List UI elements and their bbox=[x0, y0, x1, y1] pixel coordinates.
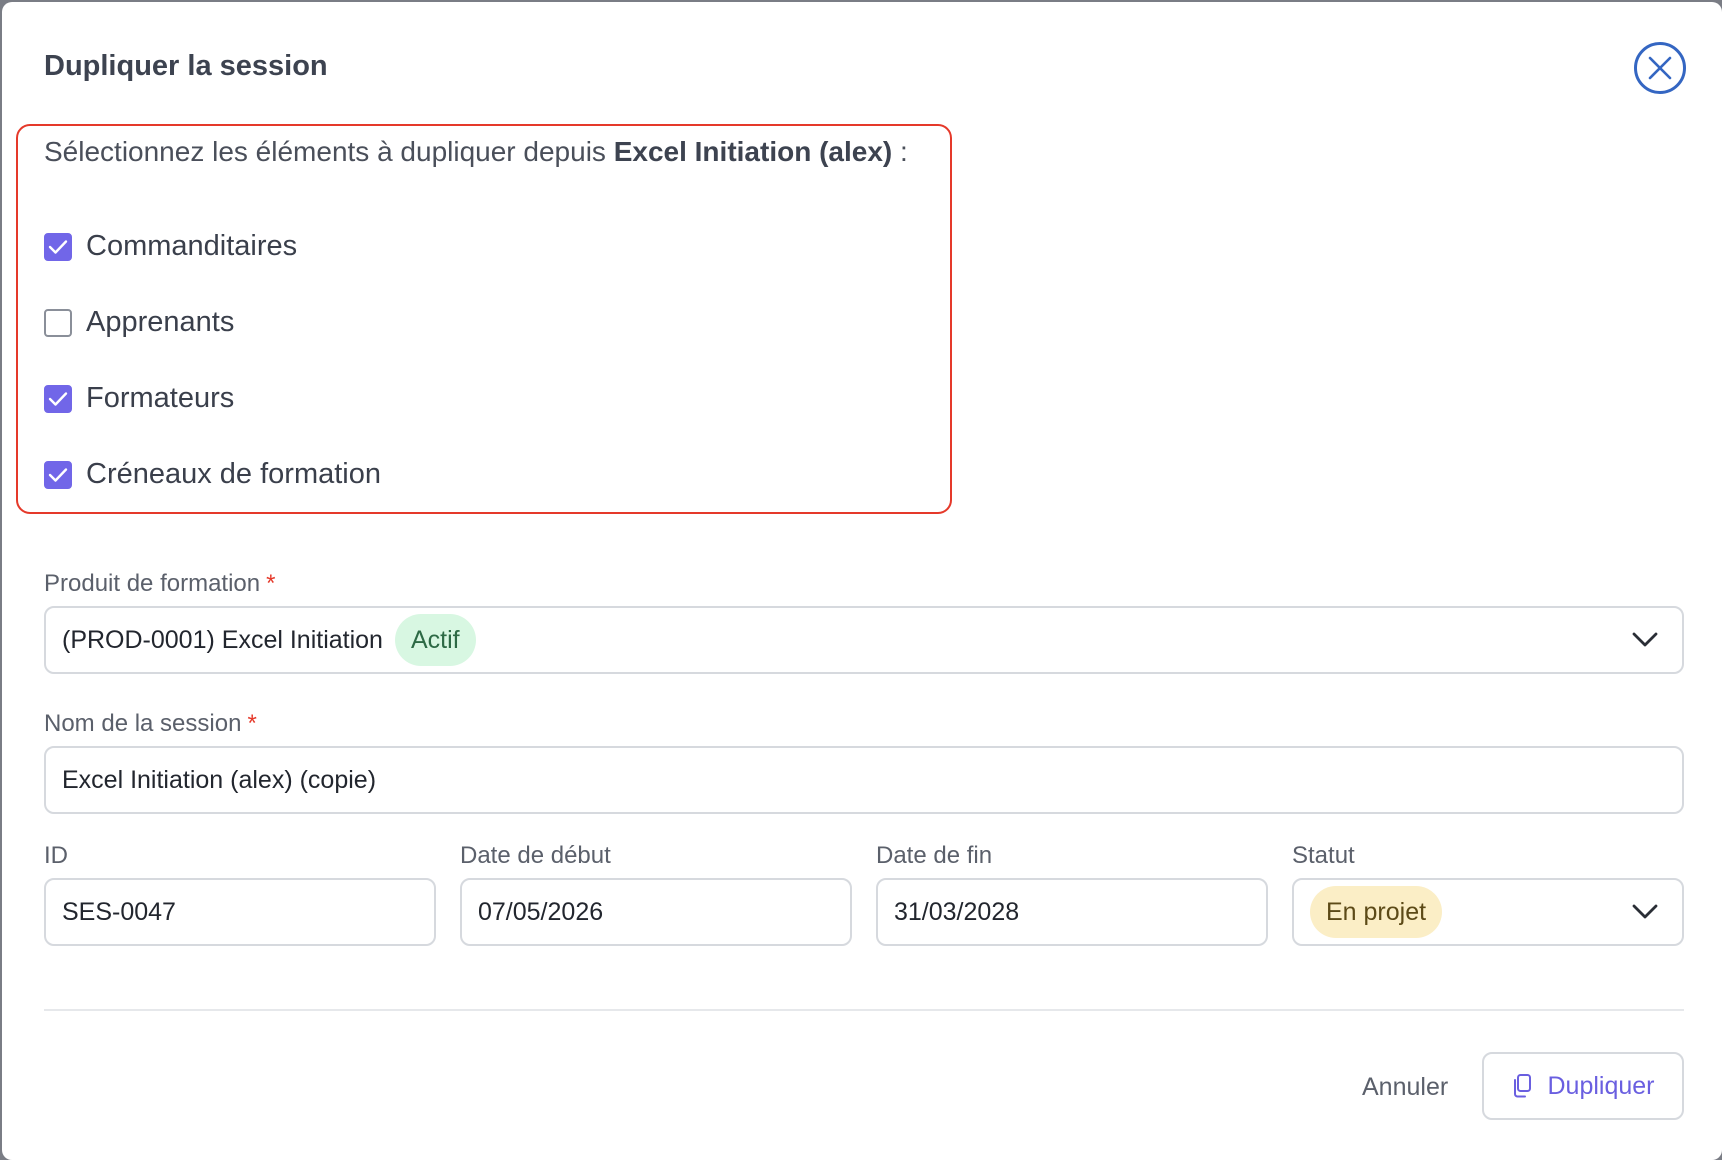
intro-suffix: : bbox=[892, 136, 908, 167]
close-button[interactable] bbox=[1634, 42, 1686, 94]
session-name-label: Nom de la session * bbox=[44, 710, 257, 738]
start-date-value: 07/05/2026 bbox=[478, 897, 604, 926]
product-value: (PROD-0001) Excel Initiation bbox=[62, 625, 383, 654]
duplicate-options-intro: Sélectionnez les éléments à dupliquer de… bbox=[44, 136, 908, 168]
end-date-label: Date de fin bbox=[876, 842, 993, 869]
option-commanditaires[interactable]: Commanditaires bbox=[44, 230, 297, 263]
copy-icon bbox=[1514, 1074, 1532, 1098]
status-select[interactable]: En projet bbox=[1292, 878, 1684, 946]
session-name-value: Excel Initiation (alex) (copie) bbox=[62, 765, 377, 794]
source-session-name: Excel Initiation (alex) bbox=[613, 136, 893, 167]
option-formateurs[interactable]: Formateurs bbox=[44, 382, 234, 415]
duplicate-label: Dupliquer bbox=[1547, 1071, 1655, 1100]
checkbox-creneaux[interactable] bbox=[44, 460, 72, 489]
required-mark: * bbox=[247, 710, 257, 737]
checkbox-apprenants[interactable] bbox=[44, 308, 72, 337]
option-label: Créneaux de formation bbox=[86, 458, 381, 490]
id-value: SES-0047 bbox=[62, 897, 176, 926]
footer-divider bbox=[44, 1009, 1684, 1011]
status-badge: Actif bbox=[394, 614, 476, 666]
chevron-down-icon bbox=[1632, 632, 1658, 647]
start-date-label: Date de début bbox=[460, 842, 611, 869]
chevron-down-icon bbox=[1632, 904, 1658, 919]
dialog-title: Dupliquer la session bbox=[44, 50, 328, 82]
id-label: ID bbox=[44, 842, 68, 869]
check-icon bbox=[48, 239, 68, 254]
duplicate-button[interactable]: Dupliquer bbox=[1482, 1052, 1684, 1120]
product-label-text: Produit de formation bbox=[44, 570, 261, 597]
check-icon bbox=[48, 391, 68, 406]
check-icon bbox=[48, 467, 68, 482]
checkbox-formateurs[interactable] bbox=[44, 384, 72, 413]
status-badge: En projet bbox=[1310, 886, 1443, 938]
start-date-input[interactable]: 07/05/2026 bbox=[460, 878, 852, 946]
cancel-button[interactable]: Annuler bbox=[1342, 1052, 1468, 1122]
id-input[interactable]: SES-0047 bbox=[44, 878, 436, 946]
option-label: Formateurs bbox=[86, 382, 235, 414]
session-name-input[interactable]: Excel Initiation (alex) (copie) bbox=[44, 746, 1684, 814]
option-creneaux[interactable]: Créneaux de formation bbox=[44, 458, 381, 491]
session-name-label-text: Nom de la session bbox=[44, 710, 242, 737]
close-icon bbox=[1648, 56, 1672, 80]
product-select[interactable]: (PROD-0001) Excel Initiation Actif bbox=[44, 606, 1684, 674]
intro-prefix: Sélectionnez les éléments à dupliquer de… bbox=[44, 136, 614, 167]
duplicate-session-dialog: Dupliquer la session Sélectionnez les él… bbox=[2, 2, 1722, 1160]
required-mark: * bbox=[266, 570, 276, 597]
status-label: Statut bbox=[1292, 842, 1355, 869]
product-label: Produit de formation * bbox=[44, 570, 275, 598]
option-label: Apprenants bbox=[86, 306, 235, 338]
end-date-value: 31/03/2028 bbox=[894, 897, 1020, 926]
checkbox-commanditaires[interactable] bbox=[44, 232, 72, 261]
option-label: Commanditaires bbox=[86, 230, 298, 262]
option-apprenants[interactable]: Apprenants bbox=[44, 306, 234, 339]
end-date-input[interactable]: 31/03/2028 bbox=[876, 878, 1268, 946]
